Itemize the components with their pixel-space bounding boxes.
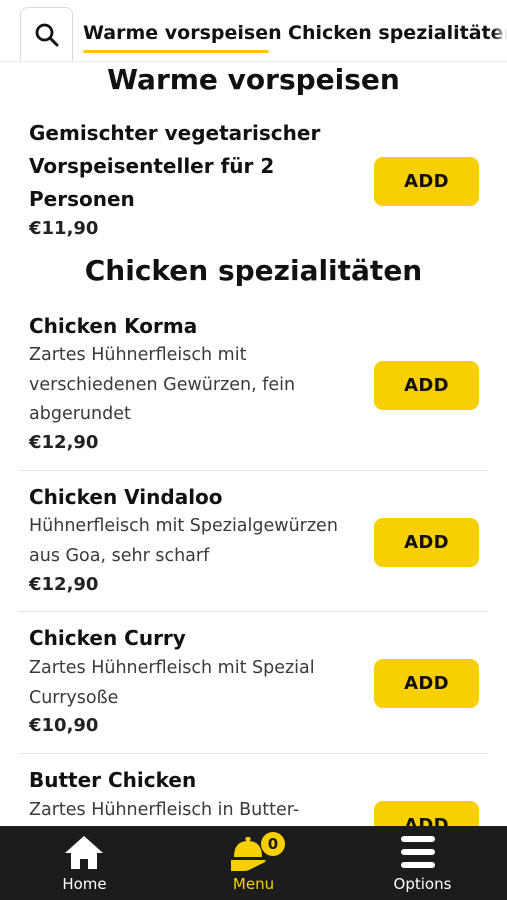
search-button[interactable] <box>20 7 73 61</box>
nav-menu-label: Menu <box>232 875 275 893</box>
menu-item[interactable]: Chicken Vindaloo Hühnerfleisch mit Spezi… <box>19 471 488 612</box>
item-description: Zartes Hühnerfleisch mit Spezial Curryso… <box>29 658 315 708</box>
section-title-warme-vorspeisen: Warme vorspeisen <box>107 63 400 96</box>
item-name: Butter Chicken <box>29 768 197 792</box>
category-bar: Warme vorspeisen Chicken spezialitäten <box>0 0 507 62</box>
item-price: €10,90 <box>29 715 99 736</box>
cart-count-badge: 0 <box>261 832 285 856</box>
item-name: Chicken Curry <box>29 626 186 650</box>
menu-content[interactable]: Warme vorspeisen Gemischter vegetarische… <box>0 62 507 826</box>
add-button[interactable]: ADD <box>374 518 479 567</box>
nav-options-label: Options <box>393 875 452 893</box>
menu-item[interactable]: Chicken Curry Zartes Hühnerfleisch mit S… <box>19 612 488 754</box>
nav-menu[interactable]: Menu <box>169 826 338 900</box>
item-description: Zartes Hühnerfleisch mit verschiedenen G… <box>29 345 296 424</box>
nav-home-label: Home <box>62 875 107 893</box>
nav-home[interactable]: Home <box>0 826 169 900</box>
item-price: €12,90 <box>29 432 99 453</box>
add-button[interactable]: ADD <box>374 361 479 410</box>
tab-warme-vorspeisen[interactable]: Warme vorspeisen <box>83 22 282 44</box>
item-price: €11,90 <box>29 218 99 239</box>
add-button[interactable]: ADD <box>374 157 479 206</box>
tab-chicken-spezialitaeten[interactable]: Chicken spezialitäten <box>288 22 507 44</box>
active-tab-indicator <box>83 50 269 53</box>
item-description: Zartes Hühnerfleisch in Butter- <box>29 800 300 820</box>
menu-item[interactable]: Gemischter vegetarischer Vorspeisentelle… <box>19 114 488 244</box>
menu-bell-icon <box>231 837 266 871</box>
menu-item[interactable]: Chicken Korma Zartes Hühnerfleisch mit v… <box>19 306 488 471</box>
hamburger-icon <box>401 836 435 868</box>
item-name: Chicken Vindaloo <box>29 485 223 509</box>
search-icon <box>35 23 58 47</box>
home-icon <box>65 836 103 869</box>
item-price: €12,90 <box>29 574 99 595</box>
tab-scroll-fade <box>493 0 507 61</box>
section-title-chicken-spezialitaeten: Chicken spezialitäten <box>84 254 423 287</box>
add-button[interactable]: ADD <box>374 659 479 708</box>
item-description: Hühnerfleisch mit Spezialgewürzen aus Go… <box>29 516 338 566</box>
item-name: Gemischter vegetarischer Vorspeisentelle… <box>29 121 321 211</box>
nav-options[interactable]: Options <box>338 826 507 900</box>
add-button[interactable]: ADD <box>374 801 479 826</box>
item-name: Chicken Korma <box>29 314 198 338</box>
bottom-navigation: Home Menu Options <box>0 826 507 900</box>
menu-item[interactable]: Butter Chicken Zartes Hühnerfleisch in B… <box>19 754 488 826</box>
